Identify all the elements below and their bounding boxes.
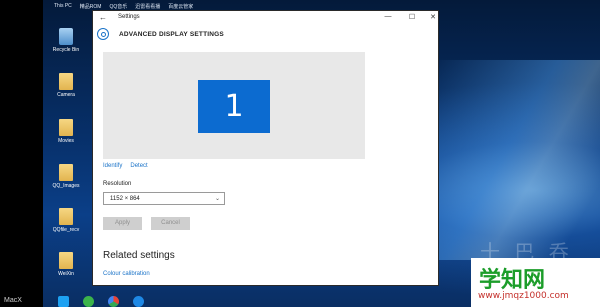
folder-icon	[59, 73, 73, 90]
folder-icon	[59, 119, 73, 136]
page-title: ADVANCED DISPLAY SETTINGS	[119, 31, 224, 38]
back-arrow-icon[interactable]: ←	[99, 13, 107, 22]
resolution-dropdown[interactable]: 1152 × 864 ⌄	[103, 192, 225, 205]
desktop-top-label[interactable]: 迅雷看看播	[135, 3, 160, 10]
desktop-icon-recycle-bin[interactable]: Recycle Bin	[46, 28, 86, 53]
gear-icon	[97, 28, 109, 40]
desktop-top-labels: This PC 精品ROM QQ音乐 迅雷看看播 百度云管家	[54, 3, 193, 10]
monitor-tile[interactable]: 1	[198, 80, 270, 133]
desktop-icon-qq-images[interactable]: QQ_Images	[46, 164, 86, 189]
desktop-icon-label: QQfile_recv	[52, 227, 80, 233]
window-title: Settings	[118, 14, 140, 20]
desktop-icon-qqfile-recv[interactable]: QQfile_recv	[46, 208, 86, 233]
taskbar-icons	[58, 296, 144, 307]
folder-icon	[59, 208, 73, 225]
watermark-logo-text: 学知网	[479, 268, 546, 293]
minimize-icon[interactable]: —	[383, 13, 393, 20]
resolution-value: 1152 × 864	[110, 196, 140, 202]
folder-icon	[59, 164, 73, 181]
detect-link[interactable]: Detect	[130, 163, 147, 169]
desktop-icon-movies[interactable]: Movies	[46, 119, 86, 144]
desktop-top-label[interactable]: 精品ROM	[80, 3, 102, 10]
window-titlebar[interactable]: ← Settings — ☐ ✕	[93, 11, 438, 25]
monitor-number: 1	[224, 89, 244, 124]
desktop-icon-label: Recycle Bin	[52, 47, 80, 53]
desktop-icon-camera[interactable]: Camera	[46, 73, 86, 98]
screen: This PC 精品ROM QQ音乐 迅雷看看播 百度云管家 Recycle B…	[0, 0, 600, 307]
chevron-down-icon: ⌄	[214, 196, 220, 202]
watermark-url: www.jmqz1000.com	[478, 291, 569, 301]
corner-label: MacX	[4, 297, 22, 304]
desktop-icon-label: Movies	[58, 138, 74, 144]
windows-logo-light	[430, 60, 600, 260]
folder-icon	[59, 252, 73, 269]
colour-calibration-link[interactable]: Colour calibration	[103, 271, 150, 277]
desktop-top-label[interactable]: This PC	[54, 3, 72, 10]
maximize-icon[interactable]: ☐	[407, 13, 417, 21]
apply-button[interactable]: Apply	[103, 217, 142, 230]
desktop-top-label[interactable]: 百度云管家	[168, 3, 193, 10]
taskbar-app-icon[interactable]	[133, 296, 144, 307]
close-icon[interactable]: ✕	[428, 13, 438, 21]
settings-window: ← Settings — ☐ ✕ ADVANCED DISPLAY SETTIN…	[92, 10, 439, 286]
taskbar-app-icon[interactable]	[58, 296, 69, 307]
desktop-icon-label: QQ_Images	[52, 183, 80, 189]
taskbar-app-icon[interactable]	[108, 296, 119, 307]
resolution-label: Resolution	[103, 181, 132, 187]
identify-link[interactable]: Identify	[103, 163, 122, 169]
display-links: Identify Detect	[103, 163, 148, 169]
cancel-button[interactable]: Cancel	[151, 217, 190, 230]
related-settings-heading: Related settings	[103, 250, 175, 261]
desktop-top-label[interactable]: QQ音乐	[109, 3, 127, 10]
page-header: ADVANCED DISPLAY SETTINGS	[93, 25, 438, 43]
desktop-icon-weixin[interactable]: WeiXin	[46, 252, 86, 277]
recycle-bin-icon	[59, 28, 73, 45]
desktop-icon-label: Camera	[57, 92, 75, 98]
desktop-icon-label: WeiXin	[58, 271, 74, 277]
display-preview: 1	[103, 52, 365, 159]
taskbar-app-icon[interactable]	[83, 296, 94, 307]
